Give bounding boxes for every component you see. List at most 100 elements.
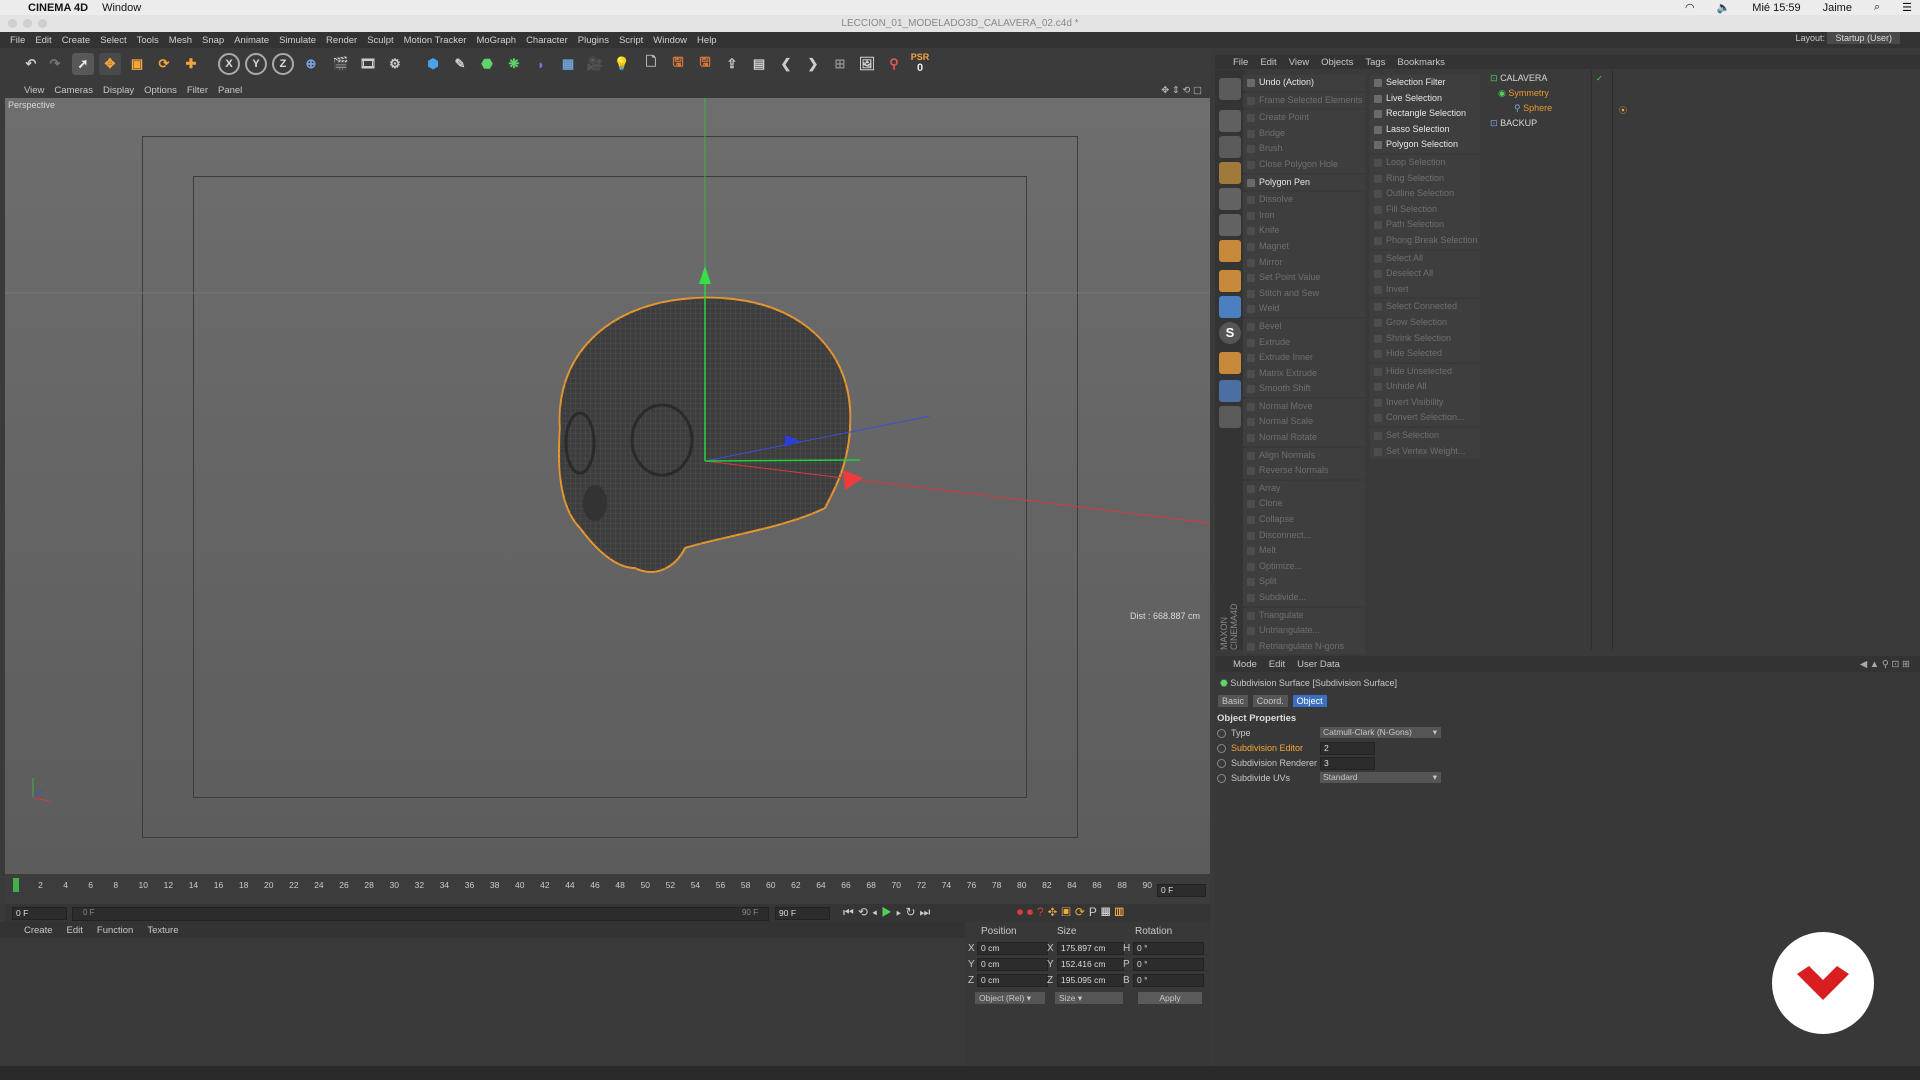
command-grow-selection[interactable]: Grow Selection [1370,315,1480,331]
key-rotation-icon[interactable]: ⟳ [1075,905,1089,919]
type-select[interactable]: Catmull-Clark (N-Gons) ▾ [1320,727,1441,738]
command-live-selection[interactable]: Live Selection [1370,91,1480,107]
command-magnet[interactable]: Magnet [1243,239,1365,255]
menu-render[interactable]: Render [326,35,357,46]
tweak-mode-icon[interactable] [1219,296,1241,318]
volume-icon[interactable]: 🔈 [1717,1,1731,14]
command-weld[interactable]: Weld [1243,301,1365,317]
command-optimize[interactable]: Optimize... [1243,559,1365,575]
size-y-field[interactable]: 152.416 cm [1057,958,1124,971]
command-lasso-selection[interactable]: Lasso Selection [1370,122,1480,138]
command-set-point-value[interactable]: Set Point Value [1243,270,1365,286]
layout-value[interactable]: Startup (User) [1827,32,1900,44]
coord-mode-select[interactable]: Object (Rel) ▾ [975,992,1045,1004]
obj-menu-edit[interactable]: Edit [1260,57,1276,68]
rotation-h-field[interactable]: 0 ° [1133,942,1204,955]
command-select-all[interactable]: Select All [1370,251,1480,267]
attr-menu-user-data[interactable]: User Data [1297,659,1340,670]
app-name-menu[interactable]: CINEMA 4D [28,2,88,14]
texture-mode-icon[interactable] [1219,136,1241,158]
size-z-field[interactable]: 195.095 cm [1057,974,1124,987]
command-normal-move[interactable]: Normal Move [1243,399,1365,415]
command-deselect-all[interactable]: Deselect All [1370,266,1480,282]
go-to-end-icon[interactable]: ⏭ [920,905,935,919]
y-axis-icon[interactable]: Y [245,53,267,75]
command-stitch-and-sew[interactable]: Stitch and Sew [1243,286,1365,302]
subdivision-renderer-field[interactable]: 3 [1320,757,1375,770]
tab-object[interactable]: Object [1292,695,1327,707]
command-fill-selection[interactable]: Fill Selection [1370,202,1480,218]
viewport-menu-view[interactable]: View [24,85,44,96]
command-brush[interactable]: Brush [1243,141,1365,157]
command-normal-rotate[interactable]: Normal Rotate [1243,430,1365,446]
frame-range-slider[interactable]: 0 F 90 F [72,907,769,921]
deformer-icon[interactable]: ◗ [530,53,552,75]
make-editable-icon[interactable] [1219,78,1241,100]
phong-tag-icon[interactable]: ⦿ [1619,105,1627,116]
move-gizmo-y-handle[interactable] [699,266,711,284]
command-retriangulate-n-gons[interactable]: Retriangulate N-gons [1243,639,1365,655]
current-frame-field[interactable]: 0 F [1157,884,1206,897]
menu-sculpt[interactable]: Sculpt [367,35,393,46]
subdivision-surface-icon[interactable]: ⬣ [476,53,498,75]
z-axis-icon[interactable]: Z [272,53,294,75]
light-icon[interactable]: 💡 [611,53,633,75]
command-undo-action[interactable]: Undo (Action) [1243,75,1365,91]
command-mirror[interactable]: Mirror [1243,255,1365,271]
tab-basic[interactable]: Basic [1218,695,1249,707]
command-shrink-selection[interactable]: Shrink Selection [1370,331,1480,347]
visibility-check-icon[interactable]: ✓ [1596,74,1603,83]
magnet-icon[interactable]: ⚲ [883,53,905,75]
save-icon[interactable]: 🖫 [667,53,689,75]
command-disconnect[interactable]: Disconnect... [1243,528,1365,544]
menu-animate[interactable]: Animate [234,35,269,46]
command-split[interactable]: Split [1243,574,1365,590]
wifi-icon[interactable]: ◠ [1685,1,1695,14]
play-icon[interactable]: ▶ [881,905,896,919]
menu-edit[interactable]: Edit [35,35,51,46]
viewport-menu-display[interactable]: Display [103,85,134,96]
save-incremental-icon[interactable]: 🖫 [694,53,716,75]
command-dissolve[interactable]: Dissolve [1243,192,1365,208]
undo-icon[interactable]: ↶ [20,53,42,75]
prev-key-icon[interactable]: ⟲ [858,905,872,919]
key-position-icon[interactable]: ✥ [1048,905,1061,919]
rotation-b-field[interactable]: 0 ° [1133,974,1204,987]
command-smooth-shift[interactable]: Smooth Shift [1243,381,1365,397]
position-y-field[interactable]: 0 cm [977,958,1048,971]
position-z-field[interactable]: 0 cm [977,974,1048,987]
select-tool-icon[interactable]: ➚ [72,53,94,75]
recent-tools-icon[interactable]: ✚ [180,53,202,75]
command-matrix-extrude[interactable]: Matrix Extrude [1243,366,1365,382]
command-hide-selected[interactable]: Hide Selected [1370,346,1480,362]
redo-icon[interactable]: ↷ [44,53,66,75]
arrow-right-icon[interactable]: ❯ [802,53,824,75]
command-subdivide[interactable]: Subdivide... [1243,590,1365,606]
grid-icon[interactable]: ⊞ [829,53,851,75]
clapper-icon[interactable]: ▤ [748,53,770,75]
minimize-window-button[interactable] [23,19,32,28]
menu-character[interactable]: Character [526,35,568,46]
prop-subdivide-uvs-anim-icon[interactable] [1217,773,1226,783]
pen-icon[interactable]: ✎ [449,53,471,75]
obj-menu-objects[interactable]: Objects [1321,57,1353,68]
position-x-field[interactable]: 0 cm [977,942,1048,955]
render-picture-viewer-icon[interactable]: 🎞 [357,53,379,75]
command-clone[interactable]: Clone [1243,496,1365,512]
points-mode-icon[interactable] [1219,188,1241,210]
record-icon[interactable]: ⏺ [1017,905,1027,919]
timeline-ruler[interactable]: 0246810121416182022242628303234363840424… [5,874,1210,904]
command-bevel[interactable]: Bevel [1243,319,1365,335]
obj-menu-bookmarks[interactable]: Bookmarks [1397,57,1445,68]
command-polygon-pen[interactable]: Polygon Pen [1243,175,1365,191]
scale-tool-icon[interactable]: ▣ [126,53,148,75]
command-knife[interactable]: Knife [1243,223,1365,239]
viewport-perspective[interactable]: Perspective Dist : 668.887 cm [5,98,1210,874]
command-set-vertex-weight[interactable]: Set Vertex Weight... [1370,444,1480,460]
menu-select[interactable]: Select [100,35,126,46]
command-outline-selection[interactable]: Outline Selection [1370,186,1480,202]
move-tool-icon[interactable]: ✥ [99,53,121,75]
command-align-normals[interactable]: Align Normals [1243,448,1365,464]
rotate-tool-icon[interactable]: ⟳ [153,53,175,75]
camera-icon[interactable]: 🎥 [584,53,606,75]
